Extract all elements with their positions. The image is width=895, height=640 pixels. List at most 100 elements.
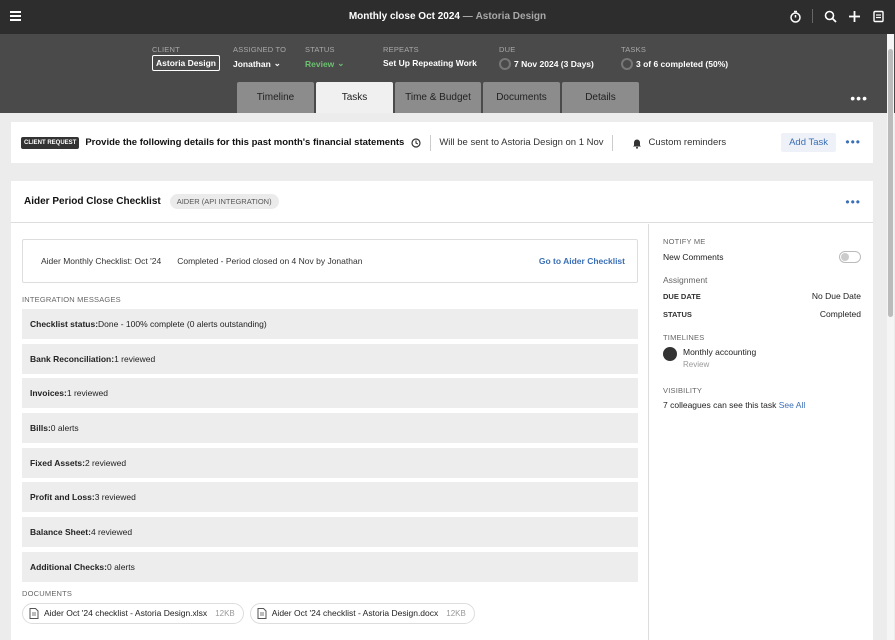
send-schedule: Will be sent to Astoria Design on 1 Nov bbox=[439, 137, 604, 148]
checklist-header: Aider Period Close Checklist AIDER (API … bbox=[11, 181, 873, 223]
tab-documents[interactable]: Documents bbox=[483, 82, 560, 113]
chevron-down-icon: ⌄ bbox=[273, 58, 281, 68]
timelines-label: TIMELINES bbox=[663, 333, 705, 342]
integration-message: Balance Sheet: 4 reviewed bbox=[22, 517, 638, 548]
chevron-down-icon: ⌄ bbox=[337, 58, 345, 68]
tab-time-budget[interactable]: Time & Budget bbox=[395, 82, 481, 113]
tab-details[interactable]: Details bbox=[562, 82, 639, 113]
message-key: Balance Sheet: bbox=[30, 527, 91, 538]
repeats-label: REPEATS bbox=[383, 45, 419, 54]
message-key: Profit and Loss: bbox=[30, 492, 95, 503]
request-text[interactable]: Provide the following details for this p… bbox=[85, 137, 404, 148]
progress-ring-icon bbox=[621, 58, 633, 70]
integration-message: Invoices: 1 reviewed bbox=[22, 378, 638, 409]
document-chip[interactable]: Aider Oct '24 checklist - Astoria Design… bbox=[249, 602, 475, 624]
due-label: DUE bbox=[499, 45, 516, 54]
new-comments-toggle[interactable] bbox=[839, 251, 861, 263]
summary-status: Completed - Period closed on 4 Nov by Jo… bbox=[177, 256, 363, 266]
message-value: 2 reviewed bbox=[84, 457, 127, 468]
message-key: Invoices: bbox=[30, 388, 67, 399]
status-value[interactable]: Completed bbox=[820, 309, 861, 319]
notify-label: NOTIFY ME bbox=[663, 237, 706, 246]
due-date-button[interactable]: 7 Nov 2024 (3 Days) bbox=[499, 58, 594, 70]
client-meta: CLIENT Astoria Design bbox=[152, 45, 220, 71]
new-comments-row: New Comments bbox=[663, 251, 861, 263]
assignee-value: Jonathan bbox=[233, 58, 271, 69]
notes-icon[interactable] bbox=[871, 9, 885, 23]
go-to-checklist-link[interactable]: Go to Aider Checklist bbox=[539, 256, 625, 266]
side-panel: NOTIFY ME New Comments Assignment DUE DA… bbox=[648, 224, 873, 640]
bell-icon bbox=[632, 139, 641, 149]
divider bbox=[611, 134, 613, 151]
document-chip[interactable]: Aider Oct '24 checklist - Astoria Design… bbox=[22, 602, 244, 624]
more-options-icon[interactable]: ••• bbox=[850, 90, 868, 106]
visibility-text: 7 colleagues can see this task See All bbox=[663, 400, 861, 410]
status-dropdown[interactable]: Review ⌄ bbox=[305, 58, 344, 69]
integration-message: Additional Checks: 0 alerts bbox=[22, 551, 638, 582]
timeline-stage: Review bbox=[683, 360, 710, 369]
tab-timeline[interactable]: Timeline bbox=[237, 82, 314, 113]
due-date-key: DUE DATE bbox=[663, 291, 701, 301]
job-title: Monthly close Oct 2024 bbox=[348, 11, 460, 22]
top-actions bbox=[788, 9, 885, 23]
repeats-link[interactable]: Set Up Repeating Work bbox=[383, 58, 477, 68]
due-date-value[interactable]: No Due Date bbox=[812, 291, 861, 301]
integration-message: Profit and Loss: 3 reviewed bbox=[22, 482, 638, 513]
timer-icon[interactable] bbox=[788, 9, 802, 23]
document-icon bbox=[257, 607, 267, 619]
client-button[interactable]: Astoria Design bbox=[152, 55, 220, 71]
top-bar: Monthly close Oct 2024 — Astoria Design bbox=[0, 0, 895, 34]
message-value: 1 reviewed bbox=[66, 388, 108, 399]
timeline-icon bbox=[663, 347, 677, 361]
status-meta: STATUS Review ⌄ bbox=[305, 45, 344, 69]
message-value: 0 alerts bbox=[106, 561, 135, 572]
tasks-progress[interactable]: 3 of 6 completed (50%) bbox=[621, 58, 728, 70]
checklist-summary: Aider Monthly Checklist: Oct '24 Complet… bbox=[22, 239, 638, 283]
add-task-button[interactable]: Add Task bbox=[781, 133, 836, 152]
scrollbar-thumb[interactable] bbox=[888, 49, 893, 317]
integration-messages: Checklist status: Done - 100% complete (… bbox=[22, 309, 638, 582]
repeats-meta: REPEATS Set Up Repeating Work bbox=[383, 45, 477, 68]
documents-list: Aider Oct '24 checklist - Astoria Design… bbox=[22, 602, 638, 624]
tab-tasks[interactable]: Tasks bbox=[316, 82, 393, 113]
tasks-value: 3 of 6 completed (50%) bbox=[636, 59, 729, 69]
checklist-card: Aider Period Close Checklist AIDER (API … bbox=[11, 181, 873, 640]
document-size: 12KB bbox=[446, 608, 466, 618]
due-meta: DUE 7 Nov 2024 (3 Days) bbox=[499, 45, 594, 70]
timeline-name: Monthly accounting bbox=[683, 347, 757, 357]
document-name: Aider Oct '24 checklist - Astoria Design… bbox=[271, 608, 439, 619]
message-value: 3 reviewed bbox=[94, 492, 136, 503]
more-options-icon[interactable]: ••• bbox=[845, 135, 861, 149]
message-key: Bank Reconciliation: bbox=[30, 353, 115, 364]
message-value: 0 alerts bbox=[50, 423, 79, 434]
checklist-title: Aider Period Close Checklist bbox=[24, 196, 161, 207]
visibility-count: 7 colleagues can see this task bbox=[663, 400, 779, 410]
custom-reminders[interactable]: Custom reminders bbox=[649, 137, 727, 148]
integration-message: Checklist status: Done - 100% complete (… bbox=[22, 309, 638, 339]
message-key: Additional Checks: bbox=[30, 561, 107, 572]
more-options-icon[interactable]: ••• bbox=[845, 195, 861, 209]
message-key: Checklist status: bbox=[30, 319, 99, 329]
documents-label: DOCUMENTS bbox=[22, 588, 73, 598]
plus-icon[interactable] bbox=[847, 9, 861, 23]
divider bbox=[430, 134, 432, 151]
recurring-icon bbox=[411, 137, 421, 148]
scrollbar[interactable] bbox=[887, 34, 894, 640]
title-client: Astoria Design bbox=[475, 11, 547, 22]
see-all-link[interactable]: See All bbox=[779, 400, 805, 410]
timeline-item[interactable]: Monthly accounting Review bbox=[663, 347, 861, 369]
status-row: STATUS Completed bbox=[663, 309, 861, 319]
integration-message: Bills: 0 alerts bbox=[22, 413, 638, 444]
document-size: 12KB bbox=[215, 608, 235, 618]
message-value: Done - 100% complete (0 alerts outstandi… bbox=[98, 319, 267, 329]
assignee-dropdown[interactable]: Jonathan ⌄ bbox=[233, 58, 286, 69]
client-label: CLIENT bbox=[152, 45, 180, 54]
client-request-badge: CLIENT REQUEST bbox=[21, 136, 80, 149]
message-value: 1 reviewed bbox=[114, 353, 156, 364]
document-name: Aider Oct '24 checklist - Astoria Design… bbox=[44, 608, 208, 619]
search-icon[interactable] bbox=[823, 9, 837, 23]
tab-bar: Timeline Tasks Time & Budget Documents D… bbox=[237, 82, 639, 113]
page-title: Monthly close Oct 2024 — Astoria Design bbox=[0, 11, 895, 22]
integration-message: Fixed Assets: 2 reviewed bbox=[22, 447, 638, 478]
visibility-label: VISIBILITY bbox=[663, 386, 703, 395]
